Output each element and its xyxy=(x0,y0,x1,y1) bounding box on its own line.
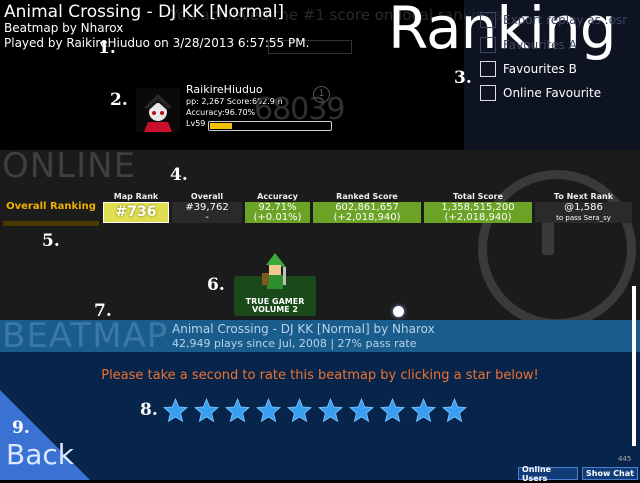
checkbox-export-replay[interactable] xyxy=(480,12,496,28)
beatmap-section-label: BEATMAP xyxy=(2,316,169,356)
annotation-1: 1. xyxy=(98,38,116,58)
annotation-4: 4. xyxy=(170,165,188,185)
star-icon[interactable] xyxy=(411,398,436,423)
star-icon[interactable] xyxy=(256,398,281,423)
player-name: RaikireHiuduo xyxy=(186,83,263,96)
map-rank-value: #736 xyxy=(115,204,157,220)
beatmap-title-line: Animal Crossing - DJ KK [Normal] by Nhar… xyxy=(172,322,435,336)
beatmap-creator: Beatmap by Nharox xyxy=(4,21,124,35)
player-accuracy: Accuracy:96.70% xyxy=(186,108,256,117)
option-label: Favourites B xyxy=(503,62,577,76)
col-total-score: Total Score xyxy=(452,192,503,201)
option-label: Online Favourite xyxy=(503,86,602,100)
star-icon[interactable] xyxy=(442,398,467,423)
col-overall: Overall xyxy=(190,192,224,201)
version-text: 445 xyxy=(618,455,632,463)
checkbox-favourites-a[interactable] xyxy=(480,37,496,53)
song-title: Animal Crossing - DJ KK [Normal] xyxy=(4,2,285,22)
next-rank-value: @1,586 xyxy=(564,202,603,213)
star-icon[interactable] xyxy=(318,398,343,423)
star-icon[interactable] xyxy=(194,398,219,423)
annotation-6: 6. xyxy=(207,275,225,295)
overall-change: - xyxy=(205,212,209,223)
ranked-score-cell: 602,861,657 (+2,018,940) xyxy=(313,202,421,223)
played-by-line: Played by RaikireHiuduo on 3/28/2013 6:5… xyxy=(4,36,310,50)
checkbox-favourites-b[interactable] xyxy=(480,61,496,77)
map-rank-cell: #736 xyxy=(103,202,169,223)
player-avatar[interactable] xyxy=(136,88,180,132)
option-favourites-b[interactable]: Favourites B xyxy=(480,61,577,77)
online-users-button[interactable]: Online Users xyxy=(518,465,578,483)
star-icon[interactable] xyxy=(380,398,405,423)
annotation-2: 2. xyxy=(110,90,128,110)
option-label: Export replay as .osr xyxy=(503,13,628,27)
col-to-next-rank: To Next Rank xyxy=(553,192,614,201)
star-icon[interactable] xyxy=(349,398,374,423)
badge-caption: TRUE GAMER VOLUME 2 xyxy=(234,298,316,314)
option-online-favourite[interactable]: Online Favourite xyxy=(480,85,601,101)
overall-cell: #39,762 - xyxy=(172,202,242,223)
accuracy-change: (+0.01%) xyxy=(253,212,302,223)
scrollbar[interactable] xyxy=(632,286,636,446)
beatmap-plays-line: 42,949 plays since Jul, 2008 | 27% pass … xyxy=(172,337,417,350)
annotation-9: 9. xyxy=(12,418,30,438)
rank-marker: 1 xyxy=(313,86,330,103)
player-rank-number: 68039 xyxy=(254,92,345,127)
checkbox-online-favourite[interactable] xyxy=(480,85,496,101)
col-accuracy: Accuracy xyxy=(257,192,298,201)
next-rank-cell: @1,586 to pass Sera_sy xyxy=(535,202,632,223)
link-character-icon xyxy=(262,253,286,289)
show-chat-label: Show Chat xyxy=(586,469,634,478)
player-level: Lv59 xyxy=(186,119,206,128)
annotation-8: 8. xyxy=(140,400,158,420)
ranked-score-change: (+2,018,940) xyxy=(333,212,401,223)
level-progress-fill xyxy=(210,123,232,129)
badge-line2: VOLUME 2 xyxy=(252,305,298,314)
col-map-rank: Map Rank xyxy=(113,192,159,201)
annotation-7: 7. xyxy=(94,301,112,321)
annotation-3: 3. xyxy=(454,68,472,88)
annotation-5: 5. xyxy=(42,231,60,251)
star-rating xyxy=(163,398,467,423)
option-export-replay[interactable]: Export replay as .osr xyxy=(480,12,627,28)
option-label: Favourites A xyxy=(503,38,577,52)
star-icon[interactable] xyxy=(225,398,250,423)
total-score-change: (+2,018,940) xyxy=(444,212,512,223)
accuracy-cell: 92.71% (+0.01%) xyxy=(245,202,310,223)
show-chat-button[interactable]: Show Chat xyxy=(582,467,638,480)
cursor xyxy=(393,306,404,317)
next-rank-target: to pass Sera_sy xyxy=(556,214,611,222)
col-ranked-score: Ranked Score xyxy=(336,192,398,201)
option-favourites-a[interactable]: Favourites A xyxy=(480,37,577,53)
rate-prompt: Please take a second to rate this beatma… xyxy=(101,368,539,383)
star-icon[interactable] xyxy=(287,398,312,423)
online-section-label: ONLINE xyxy=(2,146,137,186)
overall-ranking-button[interactable]: Overall Ranking xyxy=(3,199,99,226)
back-button[interactable]: Back xyxy=(6,438,74,471)
star-icon[interactable] xyxy=(163,398,188,423)
total-score-cell: 1,358,515,200 (+2,018,940) xyxy=(424,202,532,223)
